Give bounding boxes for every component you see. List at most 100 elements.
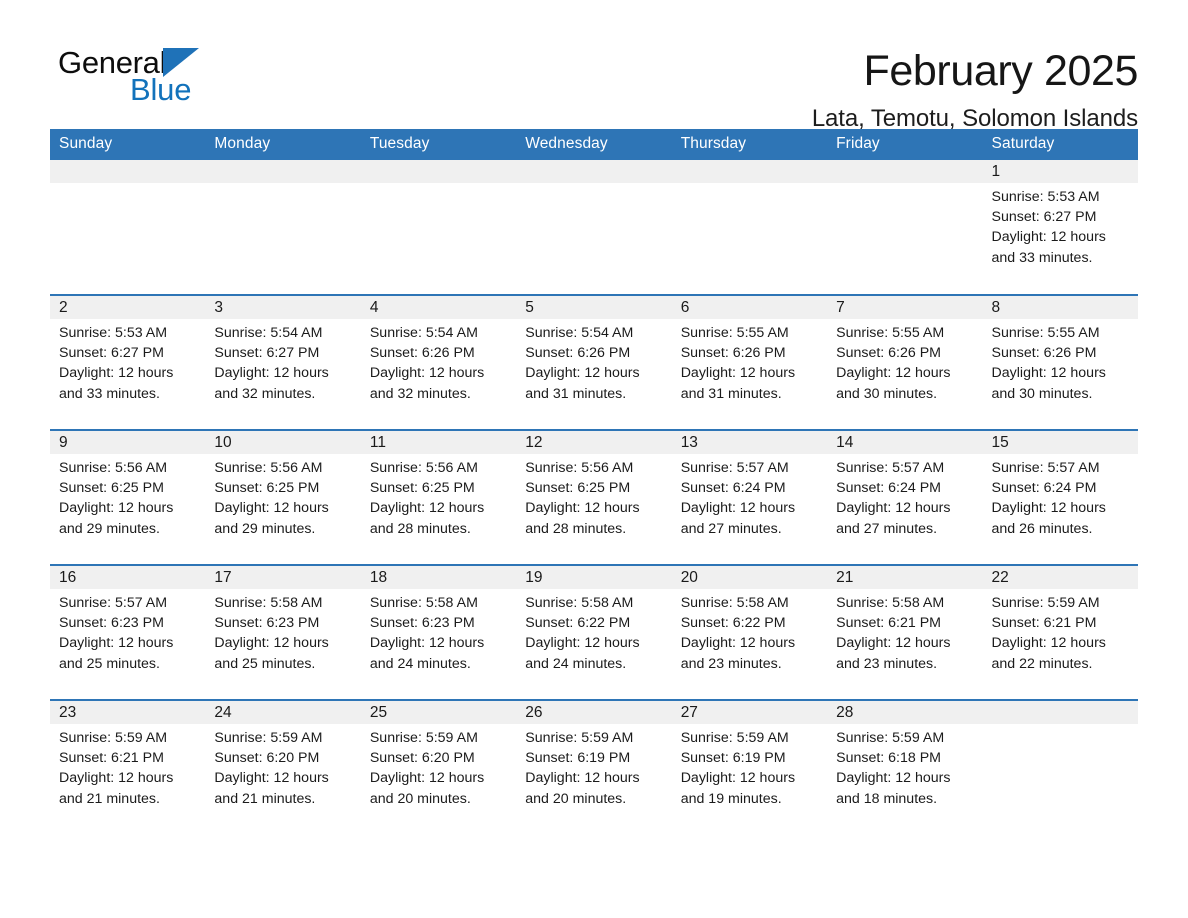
sunset-text: Sunset: 6:20 PM bbox=[369, 750, 475, 767]
day-number: 25 bbox=[360, 701, 517, 724]
day-number: 20 bbox=[671, 566, 828, 589]
sunrise-text: Sunrise: 5:58 AM bbox=[214, 595, 323, 611]
day-sun-info: Sunrise: 5:58 AM Sunset: 6:23 PM Daylight:… bbox=[361, 589, 516, 674]
calendar-day-cell[interactable] bbox=[827, 160, 983, 295]
sunrise-text: Sunrise: 5:59 AM bbox=[525, 730, 634, 746]
calendar-day-cell[interactable]: 8 Sunrise: 5:55 AM Sunset: 6:26 PM Daylight… bbox=[982, 294, 1138, 430]
day-cell-content bbox=[671, 160, 828, 294]
day-number: 23 bbox=[50, 701, 206, 724]
calendar-day-cell[interactable]: 14 Sunrise: 5:57 AM Sunset: 6:24 PM Dayligh… bbox=[827, 429, 983, 565]
day-cell-content: 2 Sunrise: 5:53 AM Sunset: 6:27 PM Daylight… bbox=[50, 296, 206, 429]
sunrise-text: Sunrise: 5:55 AM bbox=[991, 325, 1100, 341]
day-number: 2 bbox=[50, 296, 206, 319]
day-number bbox=[827, 160, 983, 183]
day-cell-content: 7 Sunrise: 5:55 AM Sunset: 6:26 PM Daylight… bbox=[827, 296, 983, 429]
daylight-text: Daylight: 12 hours and 24 minutes. bbox=[369, 635, 485, 672]
day-cell-content: 25 Sunrise: 5:59 AM Sunset: 6:20 PM Dayligh… bbox=[360, 701, 517, 835]
calendar-day-cell[interactable]: 15 Sunrise: 5:57 AM Sunset: 6:24 PM Dayligh… bbox=[982, 429, 1138, 565]
calendar-day-cell[interactable]: 20 Sunrise: 5:58 AM Sunset: 6:22 PM Dayligh… bbox=[671, 564, 828, 700]
calendar-day-cell[interactable]: 1 Sunrise: 5:53 AM Sunset: 6:27 PM Daylight… bbox=[982, 160, 1138, 295]
sunrise-text: Sunrise: 5:54 AM bbox=[214, 325, 323, 341]
sunset-text: Sunset: 6:25 PM bbox=[369, 480, 475, 497]
sunrise-text: Sunrise: 5:58 AM bbox=[525, 595, 634, 611]
calendar-day-cell[interactable]: 10 Sunrise: 5:56 AM Sunset: 6:25 PM Dayligh… bbox=[205, 429, 361, 565]
calendar-day-cell[interactable]: 28 Sunrise: 5:59 AM Sunset: 6:18 PM Dayligh… bbox=[827, 699, 983, 835]
calendar-day-cell[interactable]: 16 Sunrise: 5:57 AM Sunset: 6:23 PM Dayligh… bbox=[50, 564, 206, 700]
daylight-text: Daylight: 12 hours and 18 minutes. bbox=[836, 770, 951, 807]
day-sun-info: Sunrise: 5:59 AM Sunset: 6:18 PM Daylight:… bbox=[827, 724, 982, 809]
page-title: February 2025 bbox=[863, 47, 1139, 95]
calendar-day-cell[interactable]: 21 Sunrise: 5:58 AM Sunset: 6:21 PM Dayligh… bbox=[827, 564, 983, 700]
daylight-text: Daylight: 12 hours and 23 minutes. bbox=[836, 635, 951, 672]
calendar-day-cell[interactable]: 9 Sunrise: 5:56 AM Sunset: 6:25 PM Daylight… bbox=[50, 429, 206, 565]
calendar-day-cell[interactable] bbox=[982, 699, 1138, 835]
day-sun-info: Sunrise: 5:56 AM Sunset: 6:25 PM Daylight:… bbox=[205, 454, 360, 539]
sunset-text: Sunset: 6:21 PM bbox=[836, 615, 941, 632]
sunset-text: Sunset: 6:26 PM bbox=[369, 345, 475, 362]
calendar-day-cell[interactable]: 13 Sunrise: 5:57 AM Sunset: 6:24 PM Dayligh… bbox=[671, 429, 828, 565]
day-number: 4 bbox=[360, 296, 517, 319]
sunrise-text: Sunrise: 5:54 AM bbox=[369, 325, 478, 341]
calendar-week-row: 16 Sunrise: 5:57 AM Sunset: 6:23 PM Dayligh… bbox=[50, 564, 1138, 700]
daylight-text: Daylight: 12 hours and 20 minutes. bbox=[525, 770, 640, 807]
calendar-day-cell[interactable]: 24 Sunrise: 5:59 AM Sunset: 6:20 PM Dayligh… bbox=[205, 699, 361, 835]
calendar-day-cell[interactable]: 23 Sunrise: 5:59 AM Sunset: 6:21 PM Dayligh… bbox=[50, 699, 206, 835]
calendar-day-cell[interactable]: 11 Sunrise: 5:56 AM Sunset: 6:25 PM Dayligh… bbox=[360, 429, 517, 565]
calendar-day-cell[interactable]: 19 Sunrise: 5:58 AM Sunset: 6:22 PM Dayligh… bbox=[516, 564, 672, 700]
generalblue-logo: General Blue bbox=[50, 44, 300, 116]
daylight-text: Daylight: 12 hours and 30 minutes. bbox=[836, 365, 951, 402]
triangle-icon bbox=[163, 48, 200, 77]
day-number bbox=[982, 701, 1138, 724]
page-subtitle: Lata, Temotu, Solomon Islands bbox=[811, 105, 1138, 132]
sunrise-text: Sunrise: 5:56 AM bbox=[214, 460, 323, 476]
day-number: 1 bbox=[982, 160, 1138, 183]
sunrise-text: Sunrise: 5:58 AM bbox=[836, 595, 945, 611]
weekday-header-monday: Monday bbox=[205, 129, 361, 160]
calendar-day-cell[interactable]: 4 Sunrise: 5:54 AM Sunset: 6:26 PM Daylight… bbox=[360, 294, 517, 430]
sunrise-text: Sunrise: 5:57 AM bbox=[836, 460, 945, 476]
day-cell-content: 21 Sunrise: 5:58 AM Sunset: 6:21 PM Dayligh… bbox=[827, 566, 983, 699]
daylight-text: Daylight: 12 hours and 31 minutes. bbox=[525, 365, 640, 402]
calendar-day-cell[interactable] bbox=[516, 160, 672, 295]
daylight-text: Daylight: 12 hours and 27 minutes. bbox=[680, 500, 796, 537]
day-cell-content: 27 Sunrise: 5:59 AM Sunset: 6:19 PM Dayligh… bbox=[671, 701, 828, 835]
sunrise-text: Sunrise: 5:58 AM bbox=[369, 595, 478, 611]
sunrise-text: Sunrise: 5:57 AM bbox=[680, 460, 789, 476]
day-sun-info: Sunrise: 5:59 AM Sunset: 6:19 PM Daylight:… bbox=[516, 724, 671, 809]
day-number bbox=[360, 160, 517, 183]
calendar-day-cell[interactable]: 25 Sunrise: 5:59 AM Sunset: 6:20 PM Dayligh… bbox=[360, 699, 517, 835]
calendar-day-cell[interactable]: 7 Sunrise: 5:55 AM Sunset: 6:26 PM Daylight… bbox=[827, 294, 983, 430]
calendar-day-cell[interactable]: 2 Sunrise: 5:53 AM Sunset: 6:27 PM Daylight… bbox=[50, 294, 206, 430]
day-sun-info: Sunrise: 5:59 AM Sunset: 6:21 PM Daylight:… bbox=[50, 724, 205, 809]
weekday-header-thursday: Thursday bbox=[671, 129, 828, 160]
day-number: 8 bbox=[982, 296, 1138, 319]
calendar-day-cell[interactable]: 18 Sunrise: 5:58 AM Sunset: 6:23 PM Dayligh… bbox=[360, 564, 517, 700]
calendar-day-cell[interactable]: 6 Sunrise: 5:55 AM Sunset: 6:26 PM Daylight… bbox=[671, 294, 828, 430]
day-cell-content: 26 Sunrise: 5:59 AM Sunset: 6:19 PM Dayligh… bbox=[516, 701, 672, 835]
calendar-day-cell[interactable]: 12 Sunrise: 5:56 AM Sunset: 6:25 PM Dayligh… bbox=[516, 429, 672, 565]
calendar-day-cell[interactable]: 26 Sunrise: 5:59 AM Sunset: 6:19 PM Dayligh… bbox=[516, 699, 672, 835]
calendar-day-cell[interactable] bbox=[360, 160, 517, 295]
calendar-day-cell[interactable] bbox=[205, 160, 361, 295]
daylight-text: Daylight: 12 hours and 32 minutes. bbox=[214, 365, 329, 402]
logo-text-blue: Blue bbox=[130, 72, 192, 107]
calendar-day-cell[interactable]: 3 Sunrise: 5:54 AM Sunset: 6:27 PM Daylight… bbox=[205, 294, 361, 430]
day-cell-content: 9 Sunrise: 5:56 AM Sunset: 6:25 PM Daylight… bbox=[50, 431, 206, 564]
day-sun-info: Sunrise: 5:53 AM Sunset: 6:27 PM Daylight:… bbox=[983, 183, 1138, 268]
calendar-day-cell[interactable]: 5 Sunrise: 5:54 AM Sunset: 6:26 PM Daylight… bbox=[516, 294, 672, 430]
sunrise-text: Sunrise: 5:53 AM bbox=[59, 325, 168, 341]
sunset-text: Sunset: 6:26 PM bbox=[836, 345, 941, 362]
calendar-day-cell[interactable]: 22 Sunrise: 5:59 AM Sunset: 6:21 PM Dayligh… bbox=[982, 564, 1138, 700]
day-number: 21 bbox=[827, 566, 983, 589]
day-cell-content: 12 Sunrise: 5:56 AM Sunset: 6:25 PM Dayligh… bbox=[516, 431, 672, 564]
day-cell-content: 4 Sunrise: 5:54 AM Sunset: 6:26 PM Daylight… bbox=[360, 296, 517, 429]
calendar-day-cell[interactable]: 17 Sunrise: 5:58 AM Sunset: 6:23 PM Dayligh… bbox=[205, 564, 361, 700]
day-cell-content: 16 Sunrise: 5:57 AM Sunset: 6:23 PM Dayligh… bbox=[50, 566, 206, 699]
calendar-day-cell[interactable]: 27 Sunrise: 5:59 AM Sunset: 6:19 PM Dayligh… bbox=[671, 699, 828, 835]
calendar-day-cell[interactable] bbox=[671, 160, 828, 295]
day-number: 6 bbox=[671, 296, 828, 319]
day-cell-content: 28 Sunrise: 5:59 AM Sunset: 6:18 PM Dayligh… bbox=[827, 701, 983, 835]
daylight-text: Daylight: 12 hours and 19 minutes. bbox=[680, 770, 796, 807]
page-header: General Blue February 2025 Lata, Temotu,… bbox=[50, 0, 1139, 132]
calendar-day-cell[interactable] bbox=[50, 160, 206, 295]
